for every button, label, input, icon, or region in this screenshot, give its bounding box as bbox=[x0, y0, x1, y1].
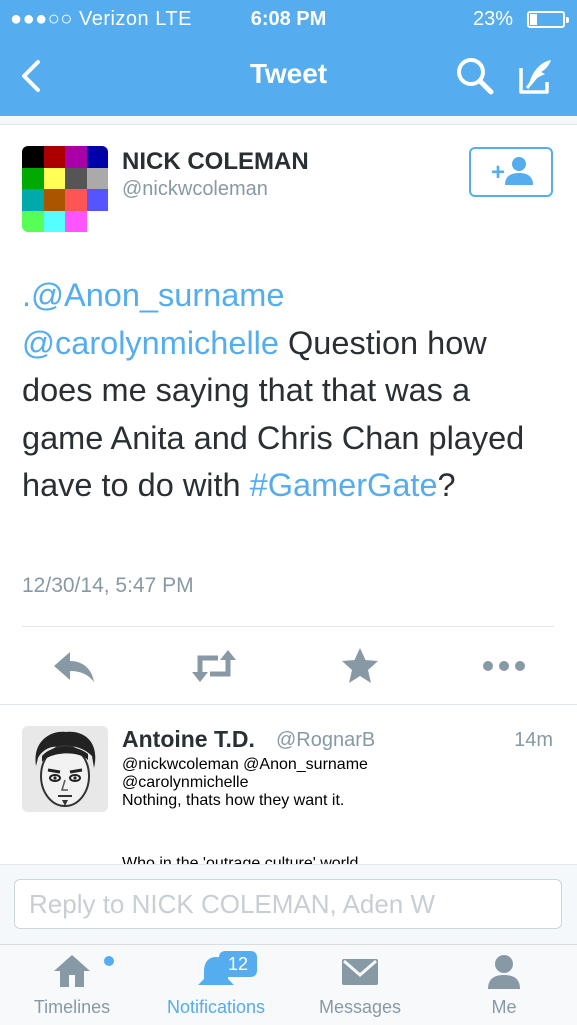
search-button[interactable] bbox=[451, 52, 499, 100]
reply-body: Nothing, thats how they want it. bbox=[122, 792, 345, 809]
reply-time: 14m bbox=[514, 729, 553, 751]
reply-icon bbox=[54, 652, 94, 682]
mention-link[interactable]: @carolynmichelle bbox=[22, 325, 279, 361]
avatar-pixel bbox=[22, 210, 44, 232]
avatar-pixel bbox=[86, 189, 108, 211]
reply-avatar[interactable] bbox=[22, 726, 108, 812]
favorite-button[interactable] bbox=[336, 644, 384, 688]
reply-mentions: @nickwcoleman @Anon_surname bbox=[122, 756, 368, 773]
person-icon bbox=[488, 955, 520, 989]
unread-dot bbox=[104, 956, 114, 966]
avatar-pixel bbox=[86, 210, 108, 232]
author-handle[interactable]: @nickwcoleman bbox=[122, 178, 268, 201]
tab-timelines[interactable]: Timelines bbox=[10, 945, 134, 1025]
reply-button[interactable] bbox=[50, 644, 98, 688]
reply-body: Who in the 'outrage culture' world bbox=[122, 855, 359, 864]
tab-bar: Timelines Notifications Messages Me bbox=[0, 944, 577, 1025]
author-avatar[interactable] bbox=[22, 146, 108, 232]
tweet-text: .@Anon_surname @carolynmichelle Question … bbox=[22, 272, 552, 510]
retweet-icon bbox=[192, 650, 236, 682]
retweet-button[interactable] bbox=[190, 644, 238, 688]
tweet-timestamp: 12/30/14, 5:47 PM bbox=[22, 574, 194, 597]
avatar-pixel bbox=[43, 210, 65, 232]
home-icon bbox=[54, 955, 90, 987]
avatar-pixel bbox=[43, 189, 65, 211]
compose-icon bbox=[519, 60, 551, 94]
avatar-pixel bbox=[65, 146, 87, 168]
avatar-pixel bbox=[22, 167, 44, 189]
avatar-pixel bbox=[22, 146, 44, 168]
avatar-pixel bbox=[86, 167, 108, 189]
top-bar: ●●●○○ Verizon LTE 6:08 PM 23% Tweet bbox=[0, 0, 577, 116]
notification-badge: 12 bbox=[219, 951, 257, 977]
avatar-pixel bbox=[22, 189, 44, 211]
hashtag-link[interactable]: #GamerGate bbox=[250, 467, 438, 503]
author-name[interactable]: NICK COLEMAN bbox=[122, 148, 309, 176]
reply-author-name[interactable]: Antoine T.D. bbox=[122, 726, 255, 753]
reply-input[interactable] bbox=[14, 879, 562, 929]
sketch-face-avatar bbox=[22, 726, 108, 812]
mention-link[interactable]: .@Anon_surname bbox=[22, 277, 284, 313]
reply-mentions: @carolynmichelle bbox=[122, 774, 249, 791]
add-user-icon: + bbox=[491, 157, 533, 186]
tweet-text-end: ? bbox=[437, 467, 456, 503]
tab-label: Me bbox=[491, 997, 517, 1017]
tab-label: Notifications bbox=[166, 997, 266, 1017]
tab-notifications[interactable]: Notifications bbox=[150, 945, 282, 1025]
follow-button[interactable]: + bbox=[469, 147, 553, 197]
avatar-pixel bbox=[86, 146, 108, 168]
more-button[interactable] bbox=[480, 644, 528, 688]
tab-label: Timelines bbox=[33, 997, 111, 1017]
compose-button[interactable] bbox=[511, 52, 559, 100]
avatar-pixel bbox=[43, 146, 65, 168]
star-icon bbox=[342, 648, 378, 683]
more-dots-icon bbox=[483, 661, 525, 671]
avatar-pixel bbox=[65, 167, 87, 189]
battery-percent: 23% bbox=[472, 8, 513, 30]
search-icon bbox=[457, 58, 494, 95]
divider bbox=[0, 704, 577, 705]
divider bbox=[22, 626, 554, 627]
reply-text[interactable]: @nickwcoleman @Anon_surname @carolynmich… bbox=[122, 756, 562, 864]
tab-messages[interactable]: Messages bbox=[296, 945, 424, 1025]
battery-icon bbox=[527, 11, 569, 28]
status-bar: ●●●○○ Verizon LTE 6:08 PM 23% bbox=[0, 0, 577, 38]
avatar-pixel bbox=[43, 167, 65, 189]
tab-me[interactable]: Me bbox=[444, 945, 564, 1025]
envelope-icon bbox=[342, 959, 378, 985]
reply-author-handle[interactable]: @RognarB bbox=[276, 729, 375, 752]
top-divider bbox=[0, 116, 577, 125]
avatar-pixel bbox=[65, 189, 87, 211]
tab-label: Messages bbox=[318, 997, 402, 1017]
svg-text:+: + bbox=[491, 159, 505, 186]
avatar-pixel bbox=[65, 210, 87, 232]
